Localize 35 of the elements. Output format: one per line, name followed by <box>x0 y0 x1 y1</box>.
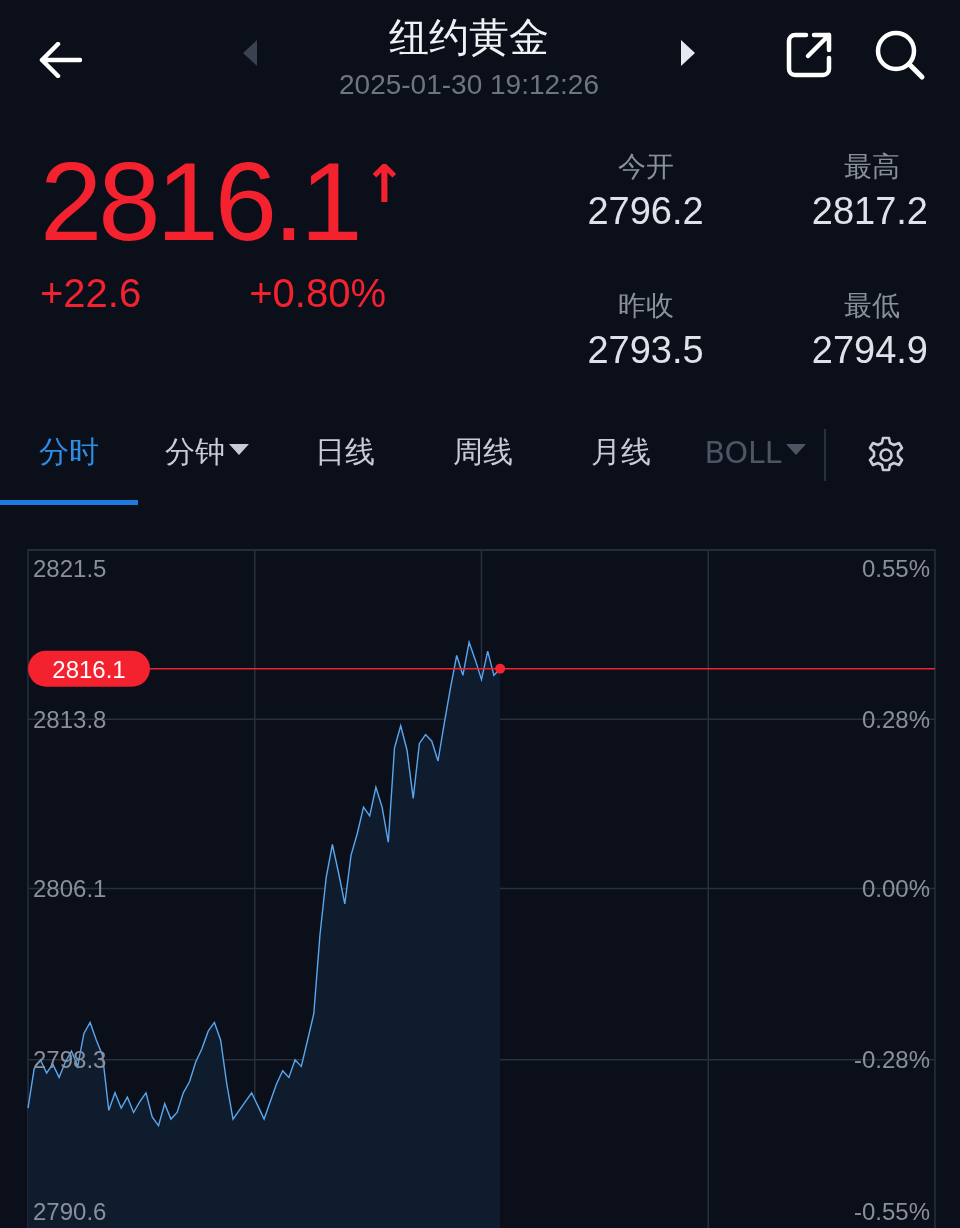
period-tab[interactable]: 月线 <box>552 405 690 505</box>
stat-label: 最低 <box>844 287 900 324</box>
stat-value: 2793.5 <box>587 328 704 372</box>
stat-value: 2796.2 <box>587 190 704 233</box>
stat-label: 昨收 <box>617 287 674 324</box>
search-icon[interactable] <box>874 29 926 81</box>
period-tab[interactable]: 分时 <box>0 405 138 505</box>
last-price: 2816.1 <box>40 140 359 264</box>
period-tab[interactable]: 日线 <box>276 405 414 505</box>
percent-axis-label: 0.00% <box>861 874 930 902</box>
back-icon[interactable] <box>38 42 82 78</box>
page-title: 纽约黄金 <box>389 12 549 62</box>
price-change: +22.6 <box>40 271 142 317</box>
stat-value: 2817.2 <box>811 190 928 233</box>
next-icon[interactable] <box>680 39 696 67</box>
stat-label: 今开 <box>617 149 674 185</box>
percent-axis-label: -0.55% <box>853 1197 930 1225</box>
trend-arrow: ↑ <box>362 154 407 214</box>
price-axis-label: 2813.8 <box>33 705 107 733</box>
share-icon[interactable] <box>784 30 834 80</box>
stat-value: 2794.9 <box>811 328 928 372</box>
ref-line-label: 2816.1 <box>52 656 126 684</box>
price-axis-label: 2790.6 <box>33 1197 107 1225</box>
timestamp: 2025-01-30 19:12:26 <box>339 68 599 101</box>
percent-axis-label: 0.55% <box>861 554 930 582</box>
percent-change: +0.80% <box>249 271 386 317</box>
last-price-tag: 2816.1 <box>28 650 150 687</box>
percent-axis-label: 0.28% <box>861 705 930 733</box>
stat-label: 最高 <box>844 149 900 185</box>
price-axis-label: 2806.1 <box>33 874 107 902</box>
period-tab[interactable]: 分钟 <box>138 405 276 505</box>
current-point <box>495 663 506 674</box>
period-tab[interactable]: 周线 <box>414 405 552 505</box>
price-axis-label: 2821.5 <box>33 554 107 582</box>
percent-axis-label: -0.28% <box>853 1046 930 1074</box>
